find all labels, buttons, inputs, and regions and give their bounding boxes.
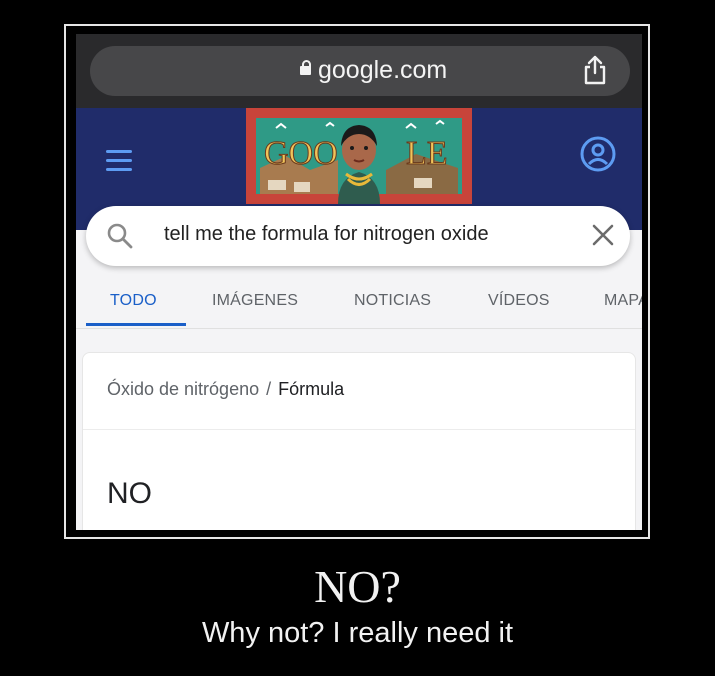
svg-text:GOO: GOO <box>264 135 338 172</box>
caption-subtitle: Why not? I really need it <box>201 617 514 649</box>
url-field[interactable]: google.com <box>90 46 630 96</box>
menu-icon[interactable] <box>106 150 132 172</box>
breadcrumb: Óxido de nitrógeno / Fórmula <box>107 379 344 400</box>
search-icon <box>107 223 133 249</box>
account-icon[interactable] <box>579 135 617 173</box>
close-icon[interactable] <box>590 222 616 248</box>
lock-icon <box>300 60 311 75</box>
active-tab-indicator <box>86 323 186 326</box>
search-tabs: TODO IMÁGENES NOTICIAS VÍDEOS MAPAS <box>76 282 642 328</box>
caption-title: NO? <box>314 561 401 612</box>
search-bar[interactable]: tell me the formula for nitrogen oxide <box>86 206 630 266</box>
tab-videos[interactable]: VÍDEOS <box>488 292 550 310</box>
tab-mapas[interactable]: MAPAS <box>604 292 642 310</box>
svg-text:LE: LE <box>406 135 448 172</box>
search-query[interactable]: tell me the formula for nitrogen oxide <box>164 223 489 246</box>
answer-card: Óxido de nitrógeno / Fórmula NO <box>82 352 636 530</box>
tab-imagenes[interactable]: IMÁGENES <box>212 292 298 310</box>
tabs-divider <box>76 328 642 329</box>
tab-noticias[interactable]: NOTICIAS <box>354 292 431 310</box>
url-text: google.com <box>318 56 448 84</box>
breadcrumb-parent[interactable]: Óxido de nitrógeno <box>107 379 259 399</box>
breadcrumb-separator: / <box>266 379 272 399</box>
share-icon[interactable] <box>582 55 608 85</box>
phone-screenshot: google.com GOO LE tell me the formula fo… <box>76 34 642 530</box>
browser-address-bar: google.com <box>76 34 642 108</box>
answer-text: NO <box>107 477 152 510</box>
google-doodle-logo[interactable]: GOO LE <box>246 108 472 204</box>
breadcrumb-current: Fórmula <box>278 379 345 399</box>
tab-todo[interactable]: TODO <box>110 292 157 310</box>
card-divider <box>83 429 635 430</box>
